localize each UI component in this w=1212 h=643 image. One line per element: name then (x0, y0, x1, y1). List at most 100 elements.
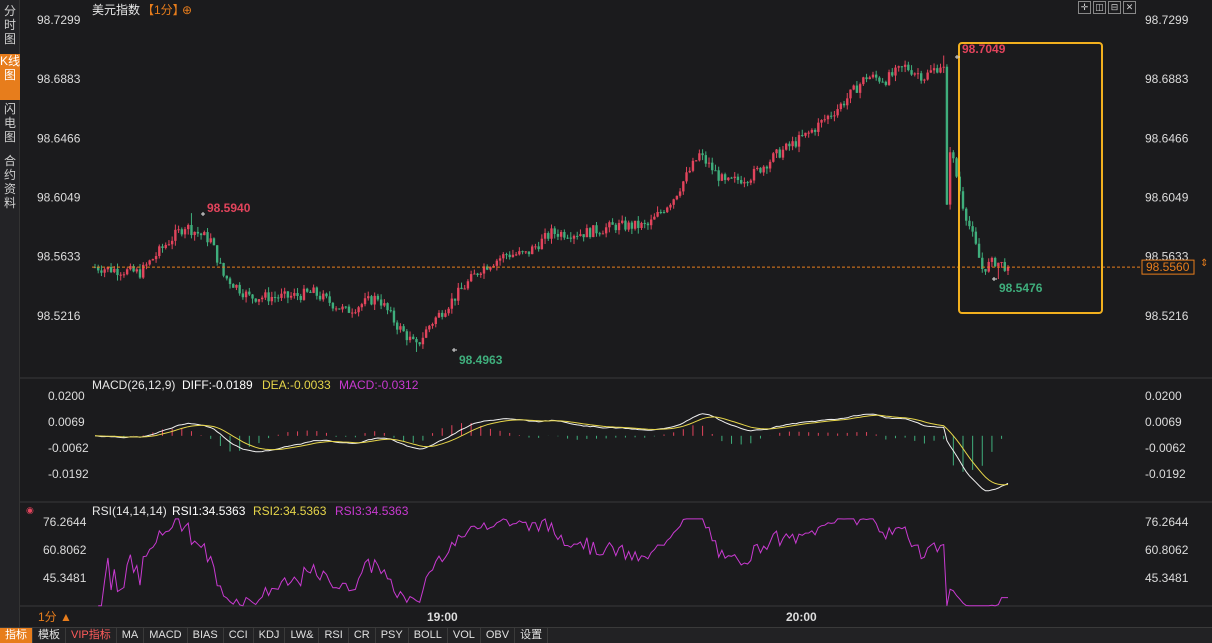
macd-tick-left: -0.0192 (48, 467, 89, 481)
candle-body (473, 273, 476, 275)
candle-body (148, 260, 151, 265)
candle-body (386, 303, 389, 311)
candle-body (974, 231, 978, 244)
candle-body (682, 181, 685, 192)
candle-body (315, 287, 319, 296)
macd-histogram (104, 422, 1003, 472)
tab-kline[interactable]: K线图 (0, 54, 20, 100)
tab-settings[interactable]: 设置 (515, 628, 549, 643)
tab-indicators[interactable]: 指标 (0, 628, 33, 643)
candle-body (367, 296, 370, 299)
candle-body (736, 176, 740, 181)
time-label-2000: 20:00 (786, 610, 817, 624)
candle-body (138, 269, 142, 278)
tab-label: VOL (452, 629, 475, 641)
macd-diff: DIFF:-0.0189 (182, 378, 253, 392)
tab-ma[interactable]: MA (117, 628, 145, 643)
candle-body (611, 222, 614, 225)
macd-tick-left: 0.0200 (48, 389, 85, 403)
rsi-2: RSI2:34.5363 (253, 504, 327, 518)
candle-body (794, 141, 798, 147)
candle-body (698, 153, 701, 161)
indicator-tab-bar: 指标 模板 VIP指标 MA MACD BIAS CCI KDJ LW& RSI… (0, 627, 1212, 643)
tab-bias[interactable]: BIAS (188, 628, 224, 643)
candle-body (733, 176, 736, 179)
tab-templates[interactable]: 模板 (33, 628, 66, 643)
candle-body (412, 336, 415, 340)
candle-body (929, 70, 933, 73)
tab-cci[interactable]: CCI (224, 628, 254, 643)
candle-body (862, 77, 865, 85)
candle-body (225, 275, 229, 279)
candle-body (463, 288, 466, 290)
add-indicator-icon[interactable]: ⊕ (182, 3, 192, 17)
candle-body (662, 212, 666, 214)
candle-body (402, 326, 405, 332)
candle-body (852, 85, 855, 90)
candle-body (232, 284, 235, 288)
candle-body (1000, 262, 1003, 264)
rsi-settings-icon[interactable]: ◉ (26, 505, 34, 515)
tab-label: 闪电图 (3, 102, 16, 144)
candle-body (158, 246, 161, 257)
candle-body (836, 109, 839, 116)
tab-label: PSY (380, 629, 403, 641)
candle-body (103, 269, 106, 273)
candle-body (1003, 262, 1006, 271)
price-tick-left: 98.6466 (37, 131, 81, 145)
candle-body (379, 299, 383, 306)
candle-body (646, 223, 650, 226)
candle-body (556, 233, 560, 237)
candle-body (476, 273, 479, 275)
candle-body (440, 312, 444, 317)
candle-body (193, 231, 196, 236)
candle-body (913, 73, 916, 75)
chart-canvas: 美元指数 【1分】 ⊕ 98.7299 98.7299 98.6883 98.6883… (20, 2, 1212, 624)
candle-body (823, 119, 826, 121)
tab-vip-indicators[interactable]: VIP指标 (66, 628, 117, 643)
candle-body (993, 257, 997, 267)
candle-body (688, 170, 691, 173)
price-tick-right: 98.7299 (1145, 13, 1189, 27)
price-scroll-icon[interactable]: ⇕ (1200, 258, 1208, 269)
tab-contract-info[interactable]: 合约资料 (0, 154, 20, 214)
tab-lw[interactable]: LW& (285, 628, 320, 643)
candle-body (151, 259, 155, 261)
tab-rsi[interactable]: RSI (319, 628, 349, 643)
candle-body (283, 291, 286, 294)
candle-body (312, 287, 315, 293)
tab-label: K线图 (0, 54, 21, 82)
tab-macd[interactable]: MACD (144, 628, 188, 643)
candle-body (968, 220, 971, 227)
tab-label: RSI (324, 629, 343, 641)
candle-body (260, 297, 264, 300)
candle-body (868, 77, 871, 80)
candle-body (527, 251, 531, 255)
candle-body (434, 317, 437, 324)
price-tick-left: 98.5216 (37, 309, 81, 323)
tab-cr[interactable]: CR (349, 628, 376, 643)
tab-vol[interactable]: VOL (448, 628, 481, 643)
candle-body (354, 312, 357, 314)
candle-body (399, 326, 402, 330)
candle-body (447, 308, 450, 314)
tab-kdj[interactable]: KDJ (254, 628, 286, 643)
candle-body (948, 152, 952, 205)
candle-body (553, 228, 556, 234)
price-tick-right: 98.6883 (1145, 72, 1189, 86)
candle-body (334, 308, 338, 310)
candle-body (842, 103, 846, 106)
period-selector[interactable]: 1分 ▲ (38, 610, 72, 624)
candle-body (357, 307, 360, 313)
candle-body (897, 66, 900, 68)
tab-time-sharing[interactable]: 分时图 (0, 4, 20, 50)
tab-boll[interactable]: BOLL (409, 628, 448, 643)
candle-body (563, 231, 566, 238)
tab-obv[interactable]: OBV (481, 628, 516, 643)
tab-flash-chart[interactable]: 闪电图 (0, 102, 20, 148)
candle-body (955, 158, 958, 177)
tab-label: 设置 (520, 629, 543, 641)
tab-psy[interactable]: PSY (376, 628, 409, 643)
candle-body (691, 160, 695, 171)
candle-body (961, 191, 965, 209)
